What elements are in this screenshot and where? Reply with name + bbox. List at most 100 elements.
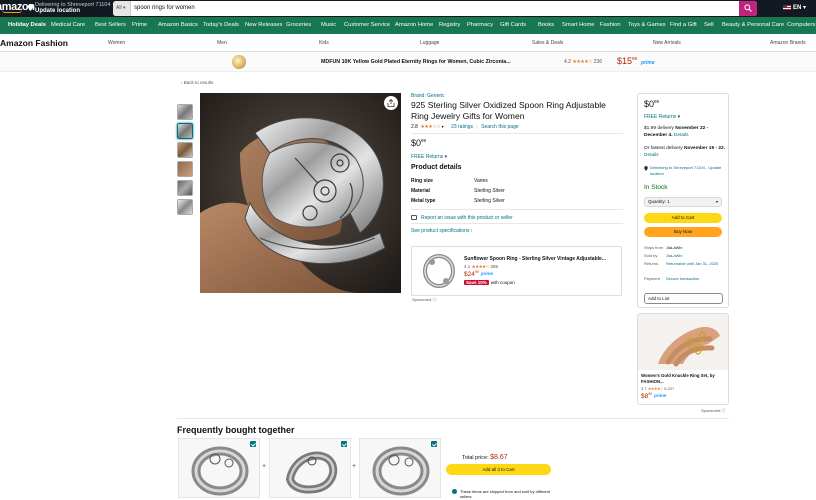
subnav-luggage[interactable]: Luggage [420,40,439,46]
quantity-dropdown[interactable]: Quantity: 1 ▾ [644,197,722,207]
divider [411,209,623,210]
spec-value: Varies [474,178,488,184]
search-button[interactable] [739,1,757,16]
sponsored-title[interactable]: MDFUN 10K Yellow Gold Plated Eternity Ri… [321,59,511,65]
fastest-details-link[interactable]: Details [644,153,659,158]
chevron-down-icon: ▾ [715,199,718,204]
thumbnail-5[interactable] [177,180,193,196]
sponsored-price-dollars: $15 [617,56,633,66]
fbt-item-2[interactable] [269,438,351,498]
nav-sell[interactable]: Sell [704,17,714,34]
nav-beauty[interactable]: Beauty & Personal Care [722,17,784,34]
nav-pharmacy[interactable]: Pharmacy [467,17,493,34]
search-input[interactable]: spoon rings for women [134,1,195,16]
side-sponsored-label[interactable]: Sponsored ⓘ [701,408,725,414]
buy-now-button[interactable]: Buy Now [644,227,722,237]
side-ad-rating-count: 6,207 [664,386,675,391]
spoon-ring-image [191,446,249,496]
sponsored-ring-thumbnail [232,55,246,69]
brand-link[interactable]: Brand: Generic [411,93,445,99]
report-issue-link[interactable]: Report an issue with this product or sel… [411,215,513,221]
nav-gift-cards[interactable]: Gift Cards [500,17,526,34]
fbt-item-1[interactable] [178,438,260,498]
thumbnail-1[interactable] [177,104,193,120]
thumbnail-6[interactable] [177,199,193,215]
nav-medical-care[interactable]: Medical Care [51,17,85,34]
ratings-count-link[interactable]: 23 ratings [451,124,473,130]
nav-prime[interactable]: Prime [132,17,147,34]
nav-toys-games[interactable]: Toys & Games [628,17,666,34]
share-button[interactable] [384,96,398,110]
delivery-info: $1.99 delivery November 22 - December 4.… [644,125,726,139]
seller-link[interactable]: JiaLaWin [666,253,682,258]
star-rating-icon[interactable]: ★★★☆☆ [420,124,440,130]
buybox-deliver-to-link[interactable]: Delivering to Shreveport 71104 - Update … [644,165,726,176]
subnav-kids[interactable]: Kids [319,40,329,46]
subnav-sales-deals[interactable]: Sales & Deals [532,40,563,46]
thumbnail-3[interactable] [177,142,193,158]
add-all-to-cart-button[interactable]: Add all 3 to Cart [446,464,551,475]
sponsored-banner[interactable]: MDFUN 10K Yellow Gold Plated Eternity Ri… [0,52,816,72]
ad-title[interactable]: Sunflower Spoon Ring - Sterling Silver V… [464,256,606,262]
search-dept-label: All [116,5,122,11]
language-selector[interactable]: EN ▾ [783,4,806,11]
side-sponsored-card[interactable]: Women's Gold Knuckle Ring Set, by FASHIO… [637,313,729,405]
deliver-line2: Update location [35,8,81,14]
ship-note-text: These items are shipped from and sold by… [460,489,550,499]
sunflower-ring-image [423,254,455,288]
sponsored-product-card[interactable]: Sunflower Spoon Ring - Sterling Silver V… [411,246,622,296]
back-to-results-link[interactable]: ‹ Back to results [181,80,213,85]
search-dept-dropdown[interactable]: All ▾ [113,1,131,16]
nav-smart-home[interactable]: Smart Home [562,17,595,34]
nav-music[interactable]: Music [321,17,336,34]
nav-computers[interactable]: Computers [787,17,815,34]
nav-amazon-basics[interactable]: Amazon Basics [158,17,198,34]
nav-groceries[interactable]: Groceries [286,17,311,34]
fbt-checkbox[interactable] [341,441,347,447]
fbt-checkbox[interactable] [431,441,437,447]
nav-registry[interactable]: Registry [439,17,460,34]
product-specifications-link[interactable]: See product specifications › [411,228,472,234]
divider [177,418,729,419]
ships-from-value: JiaLaWin [666,245,683,250]
nav-customer-service[interactable]: Customer Service [344,17,390,34]
free-returns-link[interactable]: FREE Returns ▾ [411,154,447,160]
subnav-women[interactable]: Women [108,40,125,46]
returns-policy-link[interactable]: Returnable until Jan 31, 2025 [666,261,721,266]
spec-key: Ring size [411,178,433,184]
secure-transaction-link[interactable]: Secure transaction [666,276,699,281]
nav-best-sellers[interactable]: Best Sellers [95,17,126,34]
main-product-image[interactable] [200,93,401,293]
side-ad-title[interactable]: Women's Gold Knuckle Ring Set, by FASHIO… [641,373,727,384]
nav-books[interactable]: Books [538,17,554,34]
nav-holiday-deals[interactable]: Holiday Deals [8,17,46,34]
subnav-men[interactable]: Men [217,40,227,46]
nav-fashion[interactable]: Fashion [600,17,621,34]
fbt-item-3[interactable] [359,438,441,498]
nav-new-releases[interactable]: New Releases [245,17,282,34]
fashion-subnav: Amazon Fashion Women Men Kids Luggage Sa… [0,34,816,52]
nav-amazon-home[interactable]: Amazon Home [395,17,433,34]
thumbnail-2[interactable] [177,123,193,139]
side-ad-price: $899 prime [641,392,666,400]
sponsored-label[interactable]: Sponsored ⓘ [412,297,436,303]
nav-find-a-gift[interactable]: Find a Gift [670,17,697,34]
subnav-new-arrivals[interactable]: New Arrivals [653,40,681,46]
delivery-details-link[interactable]: Details [674,133,689,138]
share-icon [387,99,395,107]
thumbnail-4[interactable] [177,161,193,177]
chevron-down-icon[interactable]: ▾ [442,124,444,129]
nav-todays-deals[interactable]: Today's Deals [203,17,239,34]
ad-coupon: Save 10% with coupon [464,280,515,285]
amazon-fashion-brand[interactable]: Amazon Fashion [0,38,68,48]
add-to-cart-button[interactable]: Add to Cart [644,213,722,223]
prime-badge-icon: prime [654,393,667,398]
add-to-list-button[interactable]: Add to List [644,293,723,304]
search-this-page-link[interactable]: Search this page [481,124,519,130]
sponsored-rating-count: 236 [593,59,602,65]
buybox-free-returns-link[interactable]: FREE Returns ▾ [644,114,680,120]
fbt-checkbox[interactable] [250,441,256,447]
search-icon [744,4,752,12]
subnav-amazon-brands[interactable]: Amazon Brands [770,40,806,46]
sponsored-rating-value: 4.2 [564,59,571,65]
